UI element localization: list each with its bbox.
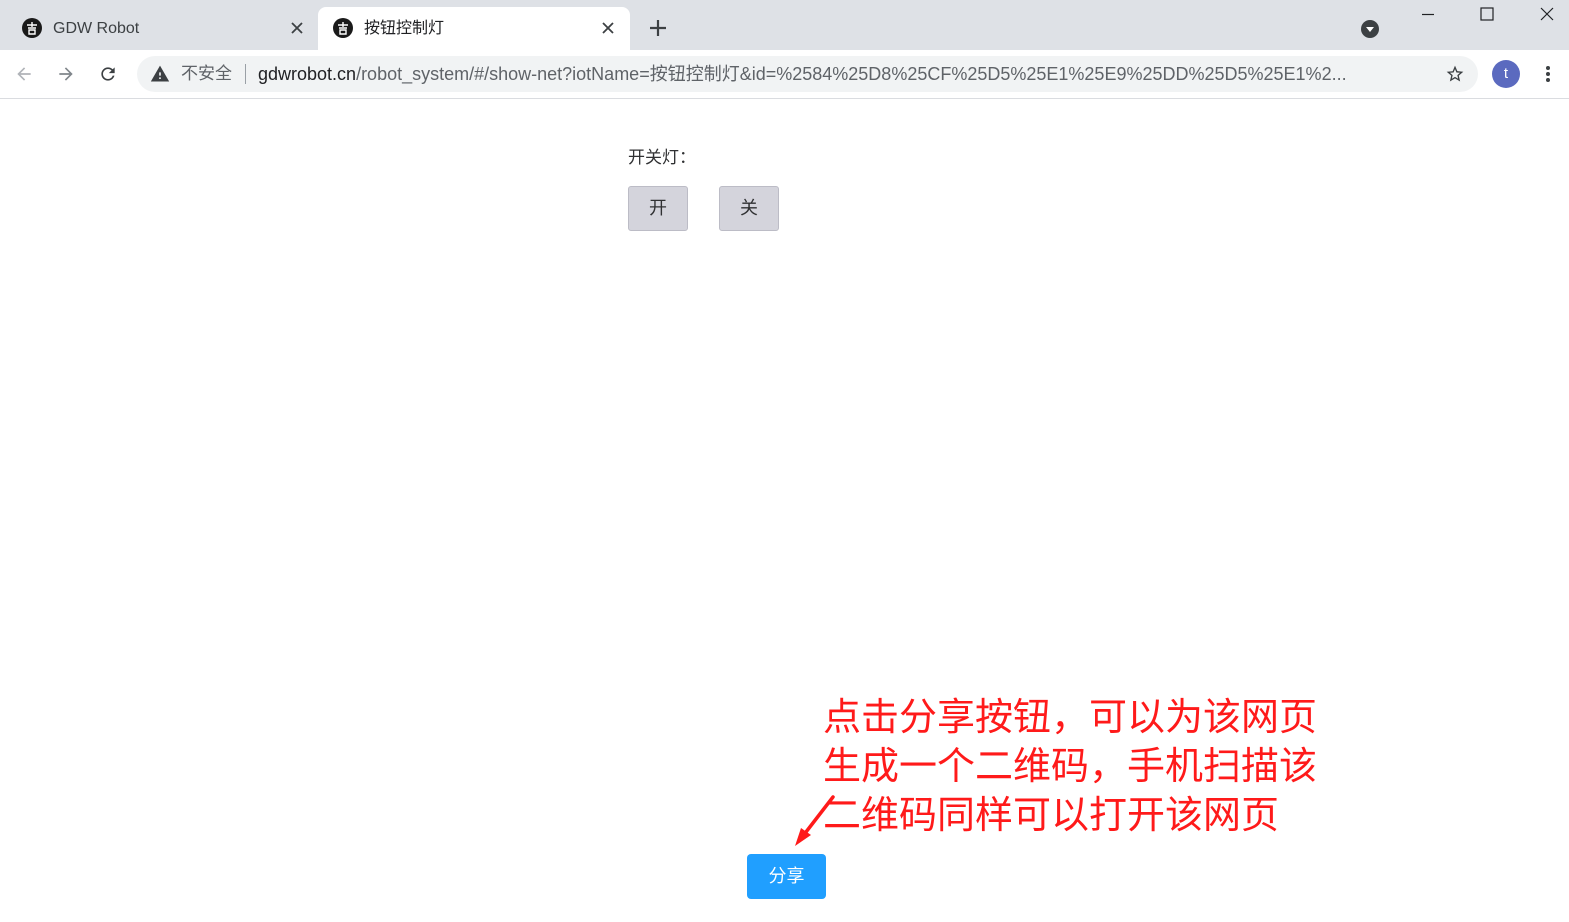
share-button[interactable]: 分享 (747, 854, 826, 899)
star-outline-icon[interactable] (1445, 64, 1465, 84)
annotation-arrow (795, 795, 835, 846)
close-icon[interactable] (1540, 7, 1554, 21)
gdw-favicon (333, 18, 353, 38)
annotation-line: 点击分享按钮，可以为该网页 (823, 697, 1318, 739)
chevron-down-circle-icon[interactable] (1361, 20, 1379, 38)
close-icon[interactable] (289, 20, 305, 36)
maximize-icon[interactable] (1480, 7, 1494, 21)
forward-arrow-icon[interactable] (56, 64, 76, 84)
tab-title: GDW Robot (53, 20, 140, 37)
url-text[interactable]: gdwrobot.cn/robot_system/#/show-net?iotN… (258, 62, 1423, 86)
url-path: /robot_system/#/show-net?iotName=按钮控制灯&i… (356, 64, 1347, 84)
kebab-menu-icon[interactable] (1543, 64, 1553, 84)
light-off-button[interactable]: 关 (719, 186, 779, 231)
tab-button-light-control[interactable]: 按钮控制灯 (318, 7, 630, 50)
plus-icon[interactable] (648, 18, 668, 38)
annotation-line: 生成一个二维码，手机扫描该 (823, 746, 1318, 788)
url-domain: gdwrobot.cn (258, 64, 357, 84)
annotation-text: 点击分享按钮，可以为该网页 生成一个二维码，手机扫描该 二维码同样可以打开该网页 (823, 694, 1353, 841)
tab-gdw-robot[interactable]: GDW Robot (0, 7, 318, 50)
gdw-favicon (22, 18, 42, 38)
light-switch-label: 开关灯： (628, 148, 696, 167)
omnibox-divider (245, 64, 246, 84)
tab-title: 按钮控制灯 (364, 20, 445, 37)
minimize-icon[interactable] (1421, 7, 1435, 21)
profile-avatar[interactable]: t (1492, 60, 1520, 88)
annotation-line: 二维码同样可以打开该网页 (823, 795, 1280, 837)
security-label[interactable]: 不安全 (181, 63, 232, 85)
close-icon[interactable] (600, 20, 616, 36)
tab-strip: GDW Robot 按钮控制灯 (0, 0, 1569, 50)
warning-icon[interactable] (150, 64, 170, 84)
reload-icon[interactable] (98, 64, 118, 84)
back-arrow-icon[interactable] (14, 64, 34, 84)
browser-toolbar: 不安全 gdwrobot.cn/robot_system/#/show-net?… (0, 50, 1569, 99)
light-on-button[interactable]: 开 (628, 186, 688, 231)
address-bar[interactable]: 不安全 gdwrobot.cn/robot_system/#/show-net?… (137, 56, 1478, 92)
